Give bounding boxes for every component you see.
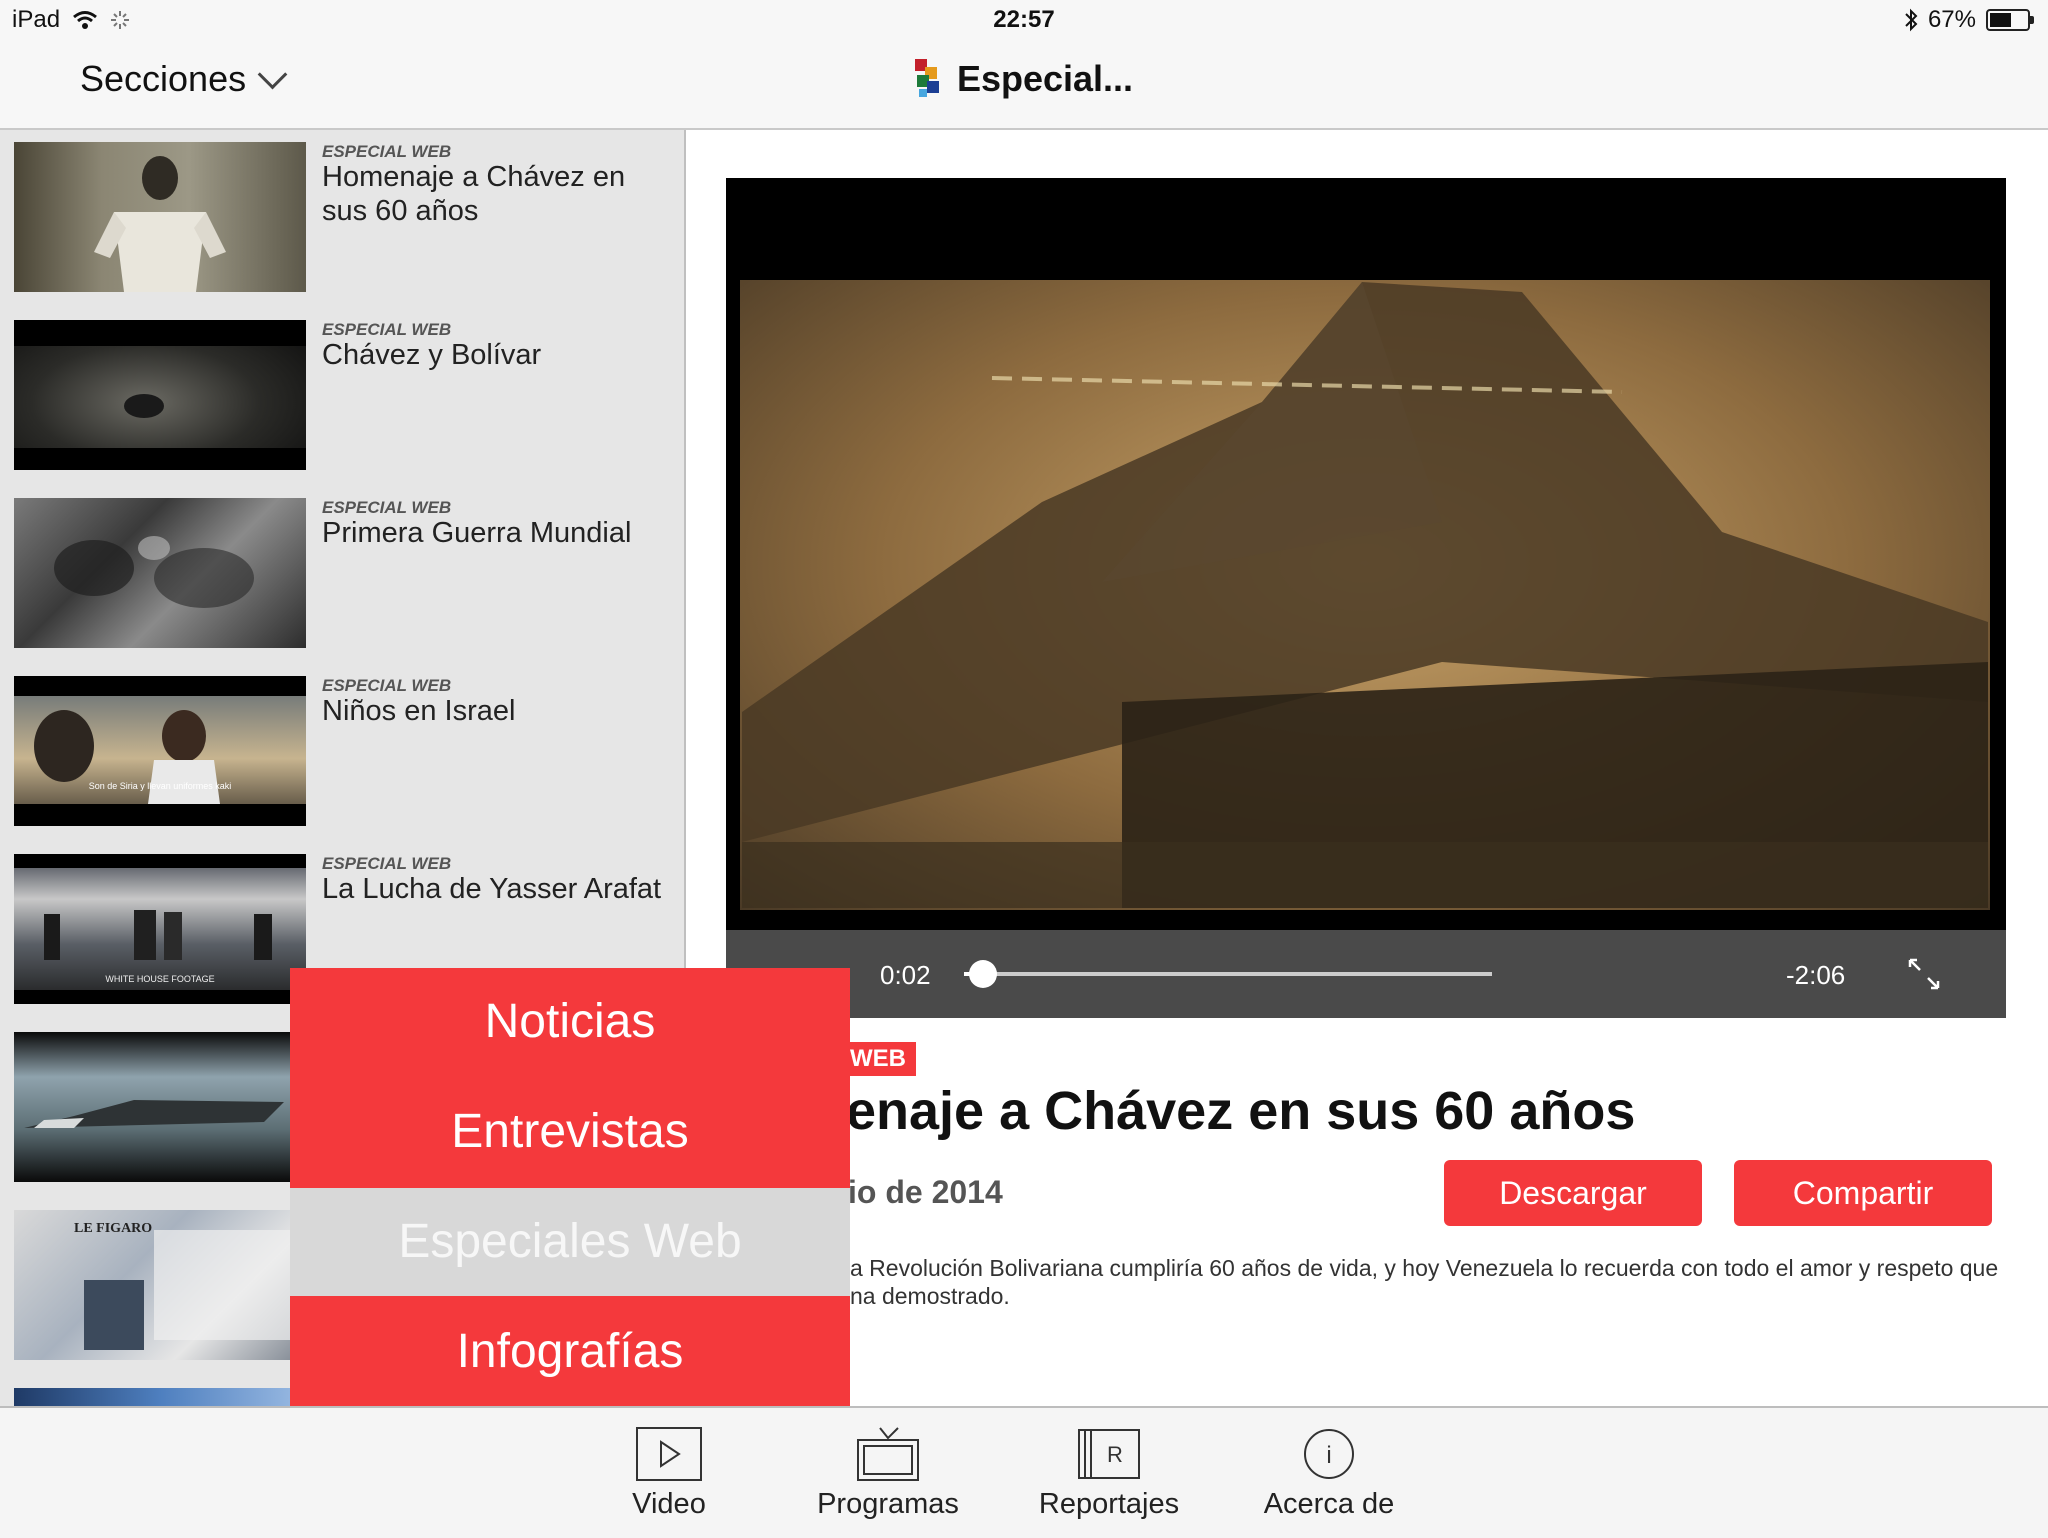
download-button[interactable]: Descargar (1444, 1160, 1702, 1226)
item-title: Niños en Israel (322, 695, 516, 727)
elapsed-time: 0:02 (880, 960, 931, 990)
item-category: ESPECIAL WEB (322, 854, 452, 873)
tab-label: Programas (817, 1488, 959, 1520)
svg-text:i: i (1326, 1442, 1331, 1469)
thumbnail-caption: LE FIGARO (74, 1221, 152, 1236)
info-icon: i (1304, 1429, 1354, 1479)
item-title: La Lucha de Yasser Arafat (322, 873, 662, 905)
list-item[interactable]: ESPECIAL WEB Primera Guerra Mundial (0, 486, 684, 664)
tv-icon (857, 1427, 919, 1481)
clock: 22:57 (993, 6, 1055, 33)
status-bar: iPad 22:57 67% (0, 0, 2048, 40)
sections-menu: Noticias Entrevistas Especiales Web Info… (290, 968, 850, 1406)
menu-item-entrevistas[interactable]: Entrevistas (290, 1078, 850, 1186)
item-category: ESPECIAL WEB (322, 676, 452, 695)
status-right: 67% (1904, 6, 2034, 34)
scrubber-thumb[interactable] (969, 960, 997, 988)
description-line: na demostrado. (850, 1283, 1010, 1309)
svg-text:R: R (1107, 1442, 1123, 1467)
fullscreen-icon[interactable] (1906, 956, 1942, 992)
thumbnail (14, 1032, 306, 1182)
menu-item-noticias[interactable]: Noticias (290, 968, 850, 1076)
menu-item-infografias[interactable]: Infografías (290, 1298, 850, 1406)
nav-bar: Secciones Especial... (0, 40, 2048, 130)
list-item[interactable]: Son de Siria y llevan uniformes kaki ESP… (0, 664, 684, 842)
item-title: Chávez y Bolívar (322, 339, 542, 371)
menu-item-especiales-web[interactable]: Especiales Web (290, 1188, 850, 1296)
tab-label: Reportajes (1038, 1488, 1180, 1520)
item-category: ESPECIAL WEB (322, 142, 452, 161)
item-category: ESPECIAL WEB (322, 498, 452, 517)
publish-date: io de 2014 (848, 1174, 1003, 1210)
category-tag: WEB (840, 1042, 916, 1076)
thumbnail (14, 1388, 306, 1406)
remaining-time: -2:06 (1786, 960, 1846, 990)
battery-percent: 67% (1927, 6, 1976, 33)
battery-icon (1986, 9, 2034, 31)
page-title: Especial... (0, 58, 2048, 103)
list-item[interactable]: ESPECIAL WEB Chávez y Bolívar (0, 308, 684, 486)
video-play-icon (636, 1427, 702, 1481)
tab-label: Video (632, 1488, 706, 1520)
share-button[interactable]: Compartir (1734, 1160, 1992, 1226)
item-title: Homenaje a Chávez en sus 60 años (322, 161, 626, 227)
tab-acerca-de[interactable]: i Acerca de (1239, 1426, 1419, 1521)
tab-programas[interactable]: Programas (798, 1426, 978, 1521)
thumbnail: LE FIGARO (14, 1210, 306, 1360)
thumbnail (14, 498, 306, 648)
thumbnail (14, 142, 306, 292)
thumbnail: WHITE HOUSE FOOTAGE (14, 854, 306, 1004)
thumbnail-caption: WHITE HOUSE FOOTAGE (105, 974, 214, 984)
tab-video[interactable]: Video (579, 1426, 759, 1521)
scrubber-track[interactable] (964, 972, 1492, 976)
tab-reportajes[interactable]: R Reportajes (1019, 1426, 1199, 1521)
item-title: Primera Guerra Mundial (322, 517, 632, 549)
list-item[interactable]: ESPECIAL WEB Homenaje a Chávez en sus 60… (0, 130, 684, 308)
thumbnail-caption: Son de Siria y llevan uniformes kaki (89, 781, 232, 791)
page-title-text: Especial... (956, 58, 1134, 99)
description-line: a Revolución Bolivariana cumpliría 60 añ… (850, 1255, 1999, 1281)
item-category: ESPECIAL WEB (322, 320, 452, 339)
app-logo-icon (914, 59, 953, 103)
video-controls: 0:02 -2:06 (726, 930, 2006, 1018)
thumbnail: Son de Siria y llevan uniformes kaki (14, 676, 306, 826)
reportajes-icon: R (1078, 1429, 1140, 1479)
detail-title: enaje a Chávez en sus 60 años (846, 1081, 1636, 1141)
video-picture (742, 282, 1988, 908)
thumbnail (14, 320, 306, 470)
tab-bar: Video Programas R Reportajes i Acerca de (0, 1406, 2048, 1538)
description: a Revolución Bolivariana cumpliría 60 añ… (850, 1254, 2020, 1310)
bluetooth-icon (1905, 8, 1918, 32)
tab-label: Acerca de (1263, 1488, 1395, 1520)
